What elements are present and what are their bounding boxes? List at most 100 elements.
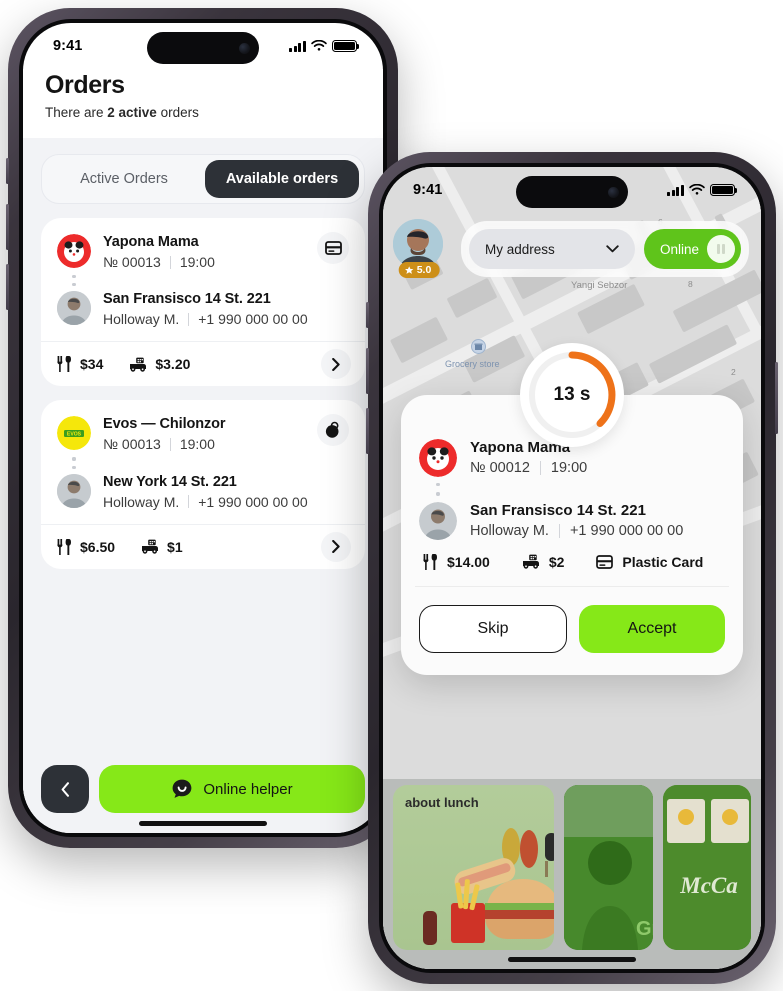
- wifi-icon: [311, 40, 327, 51]
- volume-down-button[interactable]: [366, 408, 369, 454]
- online-toggle-label: Online: [659, 241, 699, 257]
- route-dots: [57, 452, 91, 473]
- order-time: 19:00: [550, 460, 588, 476]
- promo-card-mccafe[interactable]: McCa: [662, 785, 751, 950]
- tab-available-orders[interactable]: Available orders: [205, 160, 359, 198]
- status-time: 9:41: [53, 38, 83, 54]
- store-icon[interactable]: [471, 339, 486, 354]
- yapona-mama-logo: [57, 234, 91, 268]
- delivery-price-stat: $1: [141, 539, 183, 555]
- food-price-stat: $6.50: [57, 538, 116, 555]
- mute-switch[interactable]: [366, 302, 369, 328]
- street-number: 2: [731, 367, 736, 377]
- status-icons: [667, 184, 738, 196]
- page-title: Orders: [45, 71, 125, 99]
- route-dots: [419, 477, 457, 502]
- accept-button[interactable]: Accept: [579, 604, 725, 653]
- wifi-icon: [689, 184, 705, 195]
- customer-phone: +1 990 000 00 00: [198, 493, 308, 510]
- address-select-value: My address: [485, 241, 555, 257]
- mccafe-text: McCa: [679, 873, 738, 898]
- order-card-bottom: $6.50 $1: [41, 523, 365, 569]
- phone-bezel: Yangi Sebzor Grocery store 6 8 2 9:41: [379, 163, 765, 973]
- battery-icon: [710, 184, 738, 196]
- skip-button[interactable]: Skip: [419, 604, 567, 653]
- chevron-right-icon[interactable]: [321, 349, 351, 380]
- back-button[interactable]: [41, 765, 89, 813]
- meta-divider: [169, 437, 171, 451]
- food-price-stat: $34: [57, 356, 104, 373]
- customer-meta: Holloway M. +1 990 000 00 00: [470, 523, 683, 539]
- front-camera-icon: [608, 186, 619, 198]
- pickup-row: EVOS Evos — Chilonzor № 00013 19:00: [57, 416, 349, 452]
- map-top-bar: My address Online: [395, 221, 749, 277]
- countdown-value: 13 s: [553, 384, 591, 405]
- left-screen: 9:41 Orders There are 2 active orders Ac…: [23, 23, 383, 833]
- power-button[interactable]: [775, 362, 778, 434]
- dropoff-row: New York 14 St. 221 Holloway M. +1 990 0…: [57, 473, 349, 510]
- restaurant-name: Yapona Mama: [103, 234, 199, 250]
- food-price-stat: $14.00: [423, 553, 490, 570]
- customer-meta: Holloway M. +1 990 000 00 00: [103, 311, 308, 327]
- dropoff-text: New York 14 St. 221 Holloway M. +1 990 0…: [103, 474, 308, 510]
- driver-rating-badge: 5.0: [398, 262, 440, 278]
- customer-phone: +1 990 000 00 00: [198, 311, 308, 328]
- svg-text:Gr: Gr: [636, 918, 652, 940]
- star-icon: [405, 265, 414, 274]
- meta-divider: [188, 312, 190, 326]
- chevron-right-icon[interactable]: [321, 531, 351, 562]
- scooter-icon: [522, 554, 539, 569]
- volume-up-button[interactable]: [6, 204, 9, 250]
- mute-switch[interactable]: [6, 158, 9, 184]
- dropoff-text: San Fransisco 14 St. 221 Holloway M. +1 …: [103, 291, 308, 327]
- delivery-address: San Fransisco 14 St. 221: [470, 501, 646, 519]
- cellular-bars-icon: [289, 40, 306, 52]
- cutlery-icon: [423, 553, 437, 570]
- order-card[interactable]: Yapona Mama № 00013 19:00 San Fransisco …: [41, 218, 365, 387]
- cutlery-icon: [57, 356, 71, 373]
- order-time: 19:00: [179, 436, 215, 453]
- battery-icon: [332, 40, 360, 52]
- customer-avatar: [57, 473, 91, 508]
- address-select[interactable]: My address: [469, 229, 635, 269]
- restaurant-name: Evos — Chilonzor: [103, 416, 226, 433]
- meta-divider: [539, 461, 541, 475]
- delivery-price: $2: [548, 553, 565, 570]
- customer-name: Holloway M.: [470, 522, 549, 539]
- dynamic-island: [147, 32, 259, 64]
- order-card-top: Yapona Mama № 00013 19:00 San Fransisco …: [41, 218, 365, 341]
- order-card-top: EVOS Evos — Chilonzor № 00013 19:00 New …: [41, 400, 365, 523]
- online-helper-label: Online helper: [203, 780, 293, 798]
- credit-card-icon: [596, 554, 614, 569]
- tab-active-orders[interactable]: Active Orders: [47, 160, 201, 198]
- payment-method: Plastic Card: [622, 553, 704, 570]
- food-price: $6.50: [80, 538, 116, 555]
- orders-body: Active Orders Available orders Yapona Ma…: [23, 138, 383, 830]
- dynamic-island: [516, 176, 628, 208]
- promo-card-courier[interactable]: Gr: [564, 785, 653, 950]
- delivery-price: $3.20: [155, 356, 191, 373]
- delivery-price-stat: $2: [522, 553, 565, 570]
- online-helper-button[interactable]: Online helper: [99, 765, 365, 813]
- svg-text:EVOS: EVOS: [67, 432, 82, 438]
- top-bar-panel: My address Online: [461, 221, 749, 277]
- home-indicator[interactable]: [508, 957, 636, 962]
- modal-stats-row: $14.00 $2 Plastic Card: [419, 540, 725, 586]
- food-price: $34: [80, 356, 104, 373]
- promo-strip: about lunch Gr McCa: [383, 779, 761, 969]
- right-screen: Yangi Sebzor Grocery store 6 8 2 9:41: [383, 167, 761, 969]
- promo-card-burger[interactable]: about lunch: [393, 785, 555, 950]
- food-price: $14.00: [447, 553, 490, 570]
- new-order-modal: 13 s Yapona Mama № 00012 19:00 San Frans…: [401, 343, 743, 675]
- delivery-address: San Fransisco 14 St. 221: [103, 291, 271, 308]
- online-toggle[interactable]: Online: [643, 229, 741, 269]
- scooter-icon: [142, 539, 159, 554]
- driver-profile[interactable]: 5.0: [393, 219, 445, 278]
- volume-up-button[interactable]: [366, 348, 369, 394]
- order-card[interactable]: EVOS Evos — Chilonzor № 00013 19:00 New …: [41, 400, 365, 569]
- modal-divider: [415, 585, 729, 587]
- volume-down-button[interactable]: [6, 264, 9, 310]
- customer-avatar: [419, 501, 457, 540]
- modal-dropoff-text: San Fransisco 14 St. 221 Holloway M. +1 …: [470, 502, 683, 539]
- home-indicator[interactable]: [139, 821, 267, 826]
